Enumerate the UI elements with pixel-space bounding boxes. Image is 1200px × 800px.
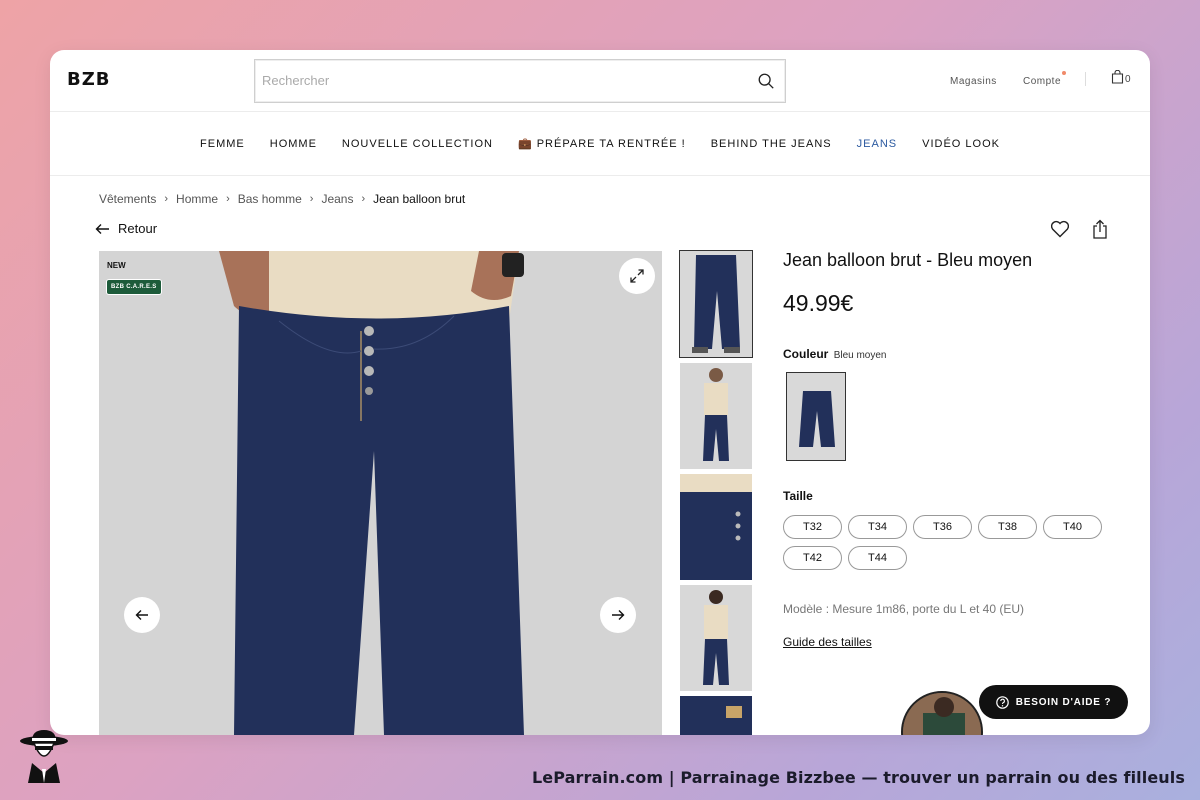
breadcrumb-current: Jean balloon brut bbox=[373, 192, 466, 206]
nav-item-homme[interactable]: HOMME bbox=[270, 138, 317, 150]
help-button[interactable]: BESOIN D'AIDE ? bbox=[979, 685, 1128, 719]
cart-count: 0 bbox=[1125, 74, 1131, 85]
thumbnail-4[interactable] bbox=[680, 585, 752, 691]
color-value: Bleu moyen bbox=[833, 350, 887, 361]
size-option[interactable]: T34 bbox=[848, 515, 907, 539]
size-option[interactable]: T32 bbox=[783, 515, 842, 539]
expand-icon bbox=[630, 269, 644, 283]
color-row: Couleur Bleu moyen bbox=[783, 347, 887, 361]
arrow-right-icon bbox=[612, 610, 625, 620]
stores-link[interactable]: Magasins bbox=[950, 76, 997, 87]
badge-bzb-cares: BZB C.A.R.E.S bbox=[106, 279, 162, 295]
chevron-right-icon: › bbox=[164, 193, 169, 205]
previous-image-button[interactable] bbox=[124, 597, 160, 633]
color-swatch-bleu-moyen[interactable] bbox=[786, 372, 846, 461]
model-info: Modèle : Mesure 1m86, porte du L et 40 (… bbox=[783, 602, 1025, 616]
breadcrumb: Vêtements › Homme › Bas homme › Jeans › … bbox=[99, 192, 465, 206]
browser-window: BZB Magasins Compte 0 FEMME HOMME NOUVEL… bbox=[50, 50, 1150, 735]
product-title: Jean balloon brut - Bleu moyen bbox=[783, 250, 1033, 270]
main-navigation: FEMME HOMME NOUVELLE COLLECTION 💼 PRÉPAR… bbox=[50, 112, 1150, 176]
next-image-button[interactable] bbox=[600, 597, 636, 633]
shopping-bag-icon[interactable] bbox=[1111, 70, 1124, 84]
chat-avatar[interactable] bbox=[901, 691, 983, 735]
heart-icon[interactable] bbox=[1050, 220, 1070, 238]
jeans-photo bbox=[99, 251, 662, 735]
site-header: BZB Magasins Compte 0 bbox=[50, 50, 1150, 112]
size-selector: T32 T34 T36 T38 T40 T42 T44 bbox=[783, 515, 1113, 570]
footer-caption: LeParrain.com | Parrainage Bizzbee — tro… bbox=[531, 768, 1185, 787]
nav-item-prepare-rentree[interactable]: 💼 PRÉPARE TA RENTRÉE ! bbox=[518, 137, 686, 150]
size-option[interactable]: T36 bbox=[913, 515, 972, 539]
chevron-right-icon: › bbox=[309, 193, 314, 205]
breadcrumb-item[interactable]: Jeans bbox=[321, 192, 353, 206]
nav-item-video-look[interactable]: VIDÉO LOOK bbox=[922, 138, 1000, 150]
thumbnail-3[interactable] bbox=[680, 474, 752, 580]
breadcrumb-item[interactable]: Vêtements bbox=[99, 192, 156, 206]
brand-logo[interactable]: BZB bbox=[67, 69, 111, 90]
badge-new: NEW bbox=[107, 261, 126, 270]
chevron-right-icon: › bbox=[226, 193, 230, 205]
back-label: Retour bbox=[118, 221, 158, 236]
search-input[interactable] bbox=[262, 60, 742, 100]
mascot-logo bbox=[20, 730, 68, 783]
question-icon bbox=[995, 695, 1009, 709]
breadcrumb-item[interactable]: Bas homme bbox=[238, 192, 302, 206]
arrow-left-icon bbox=[95, 223, 109, 234]
expand-image-button[interactable] bbox=[619, 258, 655, 294]
nav-item-femme[interactable]: FEMME bbox=[200, 138, 245, 150]
size-option[interactable]: T44 bbox=[848, 546, 907, 570]
size-option[interactable]: T40 bbox=[1043, 515, 1102, 539]
chevron-right-icon: › bbox=[361, 193, 366, 205]
header-divider bbox=[1085, 72, 1086, 86]
search-bar bbox=[254, 59, 786, 103]
nav-item-nouvelle-collection[interactable]: NOUVELLE COLLECTION bbox=[342, 138, 493, 150]
size-guide-link[interactable]: Guide des tailles bbox=[783, 635, 872, 649]
thumbnail-1[interactable] bbox=[679, 250, 753, 358]
arrow-left-icon bbox=[135, 610, 148, 620]
size-option[interactable]: T42 bbox=[783, 546, 842, 570]
product-price: 49.99€ bbox=[783, 290, 854, 316]
thumbnail-2[interactable] bbox=[680, 363, 752, 469]
help-label: BESOIN D'AIDE ? bbox=[1015, 696, 1112, 708]
share-icon[interactable] bbox=[1092, 219, 1108, 239]
search-icon[interactable] bbox=[757, 72, 775, 90]
nav-item-behind-the-jeans[interactable]: BEHIND THE JEANS bbox=[711, 138, 832, 150]
account-notification-dot bbox=[1062, 71, 1066, 75]
main-product-image[interactable]: NEW BZB C.A.R.E.S bbox=[99, 251, 662, 735]
back-button[interactable]: Retour bbox=[95, 221, 157, 236]
size-option[interactable]: T38 bbox=[978, 515, 1037, 539]
thumbnail-5[interactable] bbox=[680, 696, 752, 735]
nav-item-jeans[interactable]: JEANS bbox=[857, 138, 897, 150]
size-label: Taille bbox=[783, 489, 813, 503]
breadcrumb-item[interactable]: Homme bbox=[176, 192, 218, 206]
account-link[interactable]: Compte bbox=[1023, 76, 1061, 87]
color-label: Couleur bbox=[783, 347, 829, 361]
